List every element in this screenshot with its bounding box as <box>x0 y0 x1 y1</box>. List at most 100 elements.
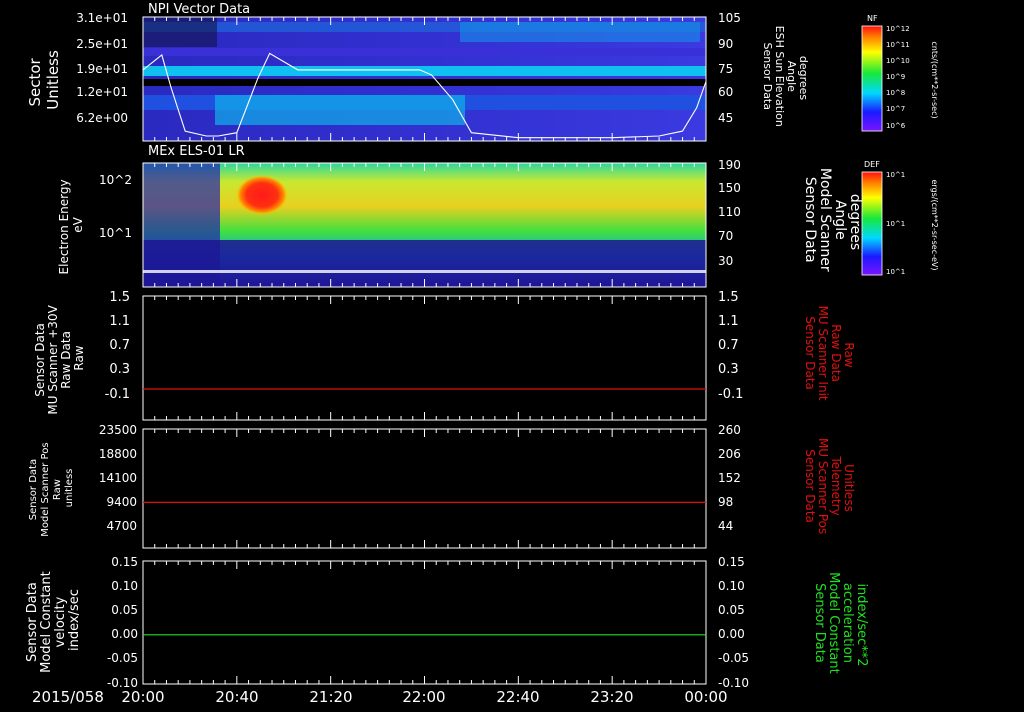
colorbar-gradient <box>861 25 883 132</box>
ytick: 1.5 <box>109 290 130 305</box>
ylabel-line: Raw Data <box>829 324 843 382</box>
ylabel-right-els: Sensor Data Model Scanner Angle degrees <box>802 168 863 276</box>
ytick: 0.00 <box>111 627 138 641</box>
ytick-right: 0.00 <box>718 627 745 641</box>
ylabel-line: Raw Data <box>59 331 73 389</box>
colorbar-unit: cnts/(cm**2-sr-sec) <box>930 41 939 118</box>
ytick: 1.1 <box>109 314 130 329</box>
ytick-right: 30 <box>718 254 733 268</box>
ylabel-line: Sensor Data <box>812 583 827 663</box>
band-right <box>460 22 700 42</box>
ytick-right: 0.10 <box>718 579 745 593</box>
ylabel-line: Model Constant <box>826 572 841 674</box>
ytick: 0.05 <box>111 603 138 617</box>
panel-frame-scanner-v <box>142 295 707 421</box>
colorbar-gradient <box>861 171 883 276</box>
ylabel-line: index/sec <box>67 589 82 651</box>
ylabel-right-scanner-pos: Sensor Data MU Scanner Pos Telemetry Uni… <box>803 438 856 538</box>
panel-frame-scanner-pos <box>142 428 707 549</box>
ylabel-line: Telemetry <box>829 455 843 515</box>
panel-title-npi: NPI Vector Data <box>148 2 250 17</box>
ylabel-line: Raw <box>842 342 856 367</box>
ylabel-line: eV <box>71 216 85 232</box>
ytick: 3.1e+01 <box>76 11 128 25</box>
ylabel-line: Raw <box>72 345 86 370</box>
ylabel-line: index/sec**2 <box>854 583 869 666</box>
yticks-right-scanner-v: 1.5 1.1 0.7 0.3 -0.1 <box>718 290 743 402</box>
ytick-right: 60 <box>718 85 733 99</box>
ytick: 14100 <box>99 471 137 485</box>
ytick-right: 206 <box>718 447 741 461</box>
yticks-right-scanner-pos: 260 206 152 98 44 <box>718 423 741 533</box>
ylabel-line: Angle <box>785 61 798 93</box>
ylabel-line: Sensor Data <box>802 177 818 263</box>
colorbar-tick: 10^9 <box>886 73 905 81</box>
band-mid <box>143 48 706 56</box>
ylabel-right-velocity: Sensor Data Model Constant acceleration … <box>812 572 869 678</box>
yticks-scanner-pos: 23500 18800 14100 9400 4700 <box>99 423 137 533</box>
ytick-right: 1.1 <box>718 314 739 329</box>
els-hotspot <box>236 175 288 215</box>
ytick-right: 45 <box>718 111 733 125</box>
ytick-right: 98 <box>718 495 733 509</box>
ytick-right: -0.05 <box>718 651 749 665</box>
ytick: 10^1 <box>99 226 132 240</box>
panel-title-els: MEx ELS-01 LR <box>148 144 245 159</box>
ylabel-line: acceleration <box>840 583 855 663</box>
ytick: 6.2e+00 <box>76 111 128 125</box>
ylabel-line: Sensor Data <box>761 43 774 110</box>
ytick: 10^2 <box>99 173 132 187</box>
colorbar-ticks: 10^12 10^11 10^10 10^9 10^8 10^7 10^6 <box>886 25 910 130</box>
ytick-right: 0.05 <box>718 603 745 617</box>
ylabel-right-npi: Sensor Data ESH Sun Elevation Angle degr… <box>761 26 810 131</box>
time-tick: 23:20 <box>590 688 633 706</box>
time-tick: 22:40 <box>496 688 539 706</box>
yticks-right-els: 190 150 110 70 30 <box>718 158 741 268</box>
ytick-right: 0.15 <box>718 555 745 569</box>
dark-patch-left <box>143 17 217 47</box>
ytick-right: 152 <box>718 471 741 485</box>
colorbar-tick: 10^1 <box>886 220 905 228</box>
els-angle-line <box>143 270 706 273</box>
colorbar-tick: 10^6 <box>886 122 906 130</box>
ytick-right: 150 <box>718 181 741 195</box>
ylabel-line: Sensor Data <box>803 316 817 390</box>
panel-frame-velocity <box>142 560 707 685</box>
ytick: 4700 <box>106 519 137 533</box>
ytick-right: 110 <box>718 205 741 219</box>
ylabel-line: Sensor Data <box>25 582 40 662</box>
ytick: 0.3 <box>109 362 130 377</box>
colorbar-tick: 10^7 <box>886 105 905 113</box>
ytick: 1.2e+01 <box>76 85 128 99</box>
ylabel-line: ESH Sun Elevation <box>773 26 786 127</box>
ytick-right: 1.5 <box>718 290 739 305</box>
ylabel-line: Model Scanner Pos <box>40 442 51 536</box>
ytick-right: 0.7 <box>718 338 739 353</box>
ytick-right: 70 <box>718 229 733 243</box>
ylabel-line: MU Scanner Pos <box>816 438 830 534</box>
ytick: -0.05 <box>107 651 138 665</box>
time-tick: 21:20 <box>309 688 352 706</box>
ytick-right: 190 <box>718 158 741 172</box>
ylabel-line: Unitless <box>44 50 62 110</box>
ytick: 23500 <box>99 423 137 437</box>
colorbar-tick: 10^12 <box>886 25 910 33</box>
ylabel-line: Sector <box>26 57 44 106</box>
colorbar-unit: ergs/(cm**2-sr-sec-eV) <box>930 179 939 270</box>
colorbar-ticks: 10^1 10^1 10^1 <box>886 171 905 276</box>
ylabel-line: Sensor Data <box>28 459 39 520</box>
ytick-right: 44 <box>718 519 733 533</box>
ylabel-right-scanner-v: Sensor Data MU Scanner Init Raw Data Raw <box>803 306 856 405</box>
ylabel-line: Sensor Data <box>33 323 47 397</box>
colorbar-nf: NF 10^12 10^11 10^10 10^9 10^8 10^7 10^6… <box>861 14 939 132</box>
ytick: -0.1 <box>105 387 130 402</box>
ytick: 9400 <box>106 495 137 509</box>
colorbar-title: NF <box>867 14 878 23</box>
ylabel-velocity: Sensor Data Model Constant velocity inde… <box>25 567 82 673</box>
yticks-right-npi: 105 90 75 60 45 <box>718 11 741 125</box>
ylabel-line: degrees <box>797 56 810 101</box>
yticks-right-velocity: 0.15 0.10 0.05 0.00 -0.05 -0.10 <box>718 555 749 690</box>
ylabel-line: Angle <box>832 200 848 240</box>
ytick-right: 75 <box>718 62 733 76</box>
time-tick: 20:00 <box>121 688 164 706</box>
